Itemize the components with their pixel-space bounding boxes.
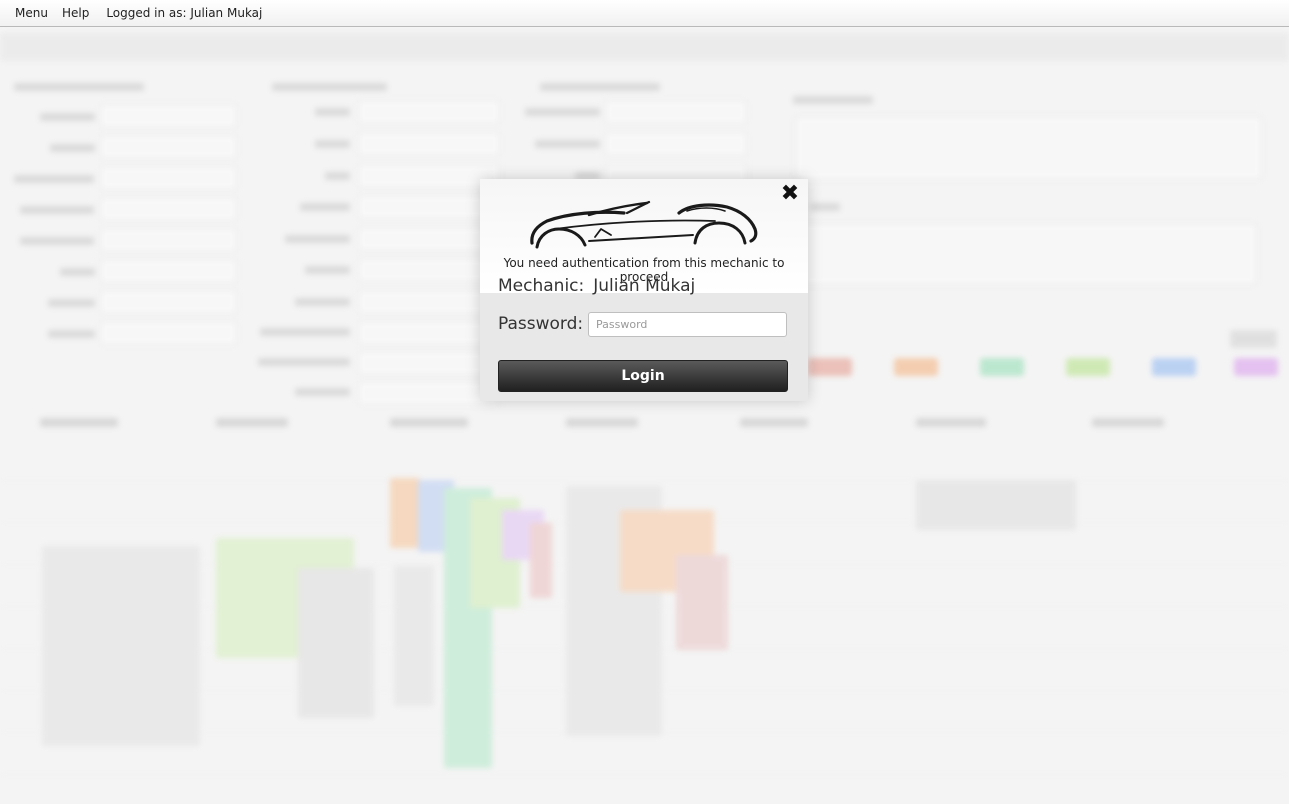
logged-in-user-label: Logged in as: Julian Mukaj bbox=[106, 5, 263, 20]
background-field bbox=[358, 195, 500, 219]
password-input[interactable] bbox=[588, 312, 787, 337]
background-appointment bbox=[916, 480, 1076, 530]
password-label: Password: bbox=[498, 314, 584, 334]
background-label bbox=[315, 108, 350, 116]
background-label bbox=[300, 203, 350, 211]
background-label bbox=[793, 96, 873, 104]
background-day-header bbox=[566, 418, 638, 427]
background-color-chip bbox=[980, 358, 1024, 376]
background-label bbox=[258, 358, 350, 366]
background-field bbox=[358, 164, 500, 188]
background-label bbox=[525, 108, 600, 116]
background-button bbox=[1230, 330, 1277, 348]
car-silhouette-logo bbox=[530, 200, 758, 249]
background-label bbox=[20, 237, 94, 245]
background-label bbox=[315, 140, 350, 148]
background-label bbox=[60, 268, 95, 276]
background-field bbox=[358, 258, 500, 282]
background-day-header bbox=[1092, 418, 1164, 427]
background-field bbox=[358, 227, 500, 251]
background-field bbox=[100, 290, 237, 314]
background-field bbox=[605, 132, 747, 156]
mechanic-label: Mechanic: bbox=[498, 276, 585, 296]
background-grid-line bbox=[0, 774, 1289, 775]
background-label bbox=[14, 175, 94, 183]
background-textarea bbox=[795, 116, 1262, 180]
blurred-background-app bbox=[0, 28, 1289, 804]
background-appointment bbox=[530, 523, 552, 598]
menu-item-menu[interactable]: Menu bbox=[0, 0, 55, 27]
background-field bbox=[605, 100, 747, 124]
login-button[interactable]: Login bbox=[498, 360, 788, 392]
background-field bbox=[358, 132, 500, 156]
menu-item-help[interactable]: Help bbox=[55, 0, 96, 27]
background-day-header bbox=[216, 418, 288, 427]
background-appointment bbox=[298, 568, 374, 718]
background-appointment bbox=[42, 546, 200, 746]
background-label bbox=[48, 330, 95, 338]
background-color-chip bbox=[1066, 358, 1110, 376]
background-grid-line bbox=[0, 480, 1289, 481]
background-label bbox=[285, 235, 350, 243]
background-field bbox=[358, 100, 500, 124]
background-day-header bbox=[740, 418, 808, 427]
mechanic-row: Mechanic: Julian Mukaj bbox=[498, 276, 695, 296]
background-label bbox=[260, 328, 350, 336]
background-field bbox=[358, 351, 500, 375]
background-label bbox=[295, 388, 350, 396]
background-day-header bbox=[390, 418, 468, 427]
mechanic-auth-dialog: ✖ You need authentication from this mech… bbox=[480, 179, 808, 401]
background-textarea bbox=[795, 223, 1257, 285]
background-field bbox=[100, 197, 237, 221]
background-appointment bbox=[676, 555, 728, 650]
background-label bbox=[295, 298, 350, 306]
background-label bbox=[48, 299, 95, 307]
background-color-chip bbox=[1152, 358, 1196, 376]
background-label bbox=[305, 266, 350, 274]
background-color-chip bbox=[894, 358, 938, 376]
background-color-chip bbox=[808, 358, 852, 376]
background-appointment bbox=[394, 566, 434, 706]
close-icon[interactable]: ✖ bbox=[777, 181, 803, 207]
background-toolbar bbox=[0, 33, 1289, 61]
background-field bbox=[358, 290, 500, 314]
background-section-title bbox=[14, 83, 144, 91]
background-color-chip bbox=[1234, 358, 1278, 376]
background-label bbox=[325, 172, 350, 180]
background-label bbox=[810, 203, 840, 211]
mechanic-name: Julian Mukaj bbox=[593, 276, 696, 296]
background-section-title bbox=[540, 83, 660, 91]
background-day-header bbox=[916, 418, 986, 427]
background-label bbox=[535, 140, 600, 148]
background-label bbox=[50, 144, 95, 152]
background-field bbox=[100, 135, 237, 159]
menu-bar: Menu Help Logged in as: Julian Mukaj bbox=[0, 0, 1289, 27]
background-field bbox=[100, 104, 237, 128]
background-field bbox=[358, 321, 500, 345]
background-appointment bbox=[390, 478, 420, 548]
background-label bbox=[40, 113, 95, 121]
background-field bbox=[100, 228, 237, 252]
background-field bbox=[100, 166, 237, 190]
background-day-header bbox=[40, 418, 118, 427]
background-field bbox=[358, 381, 500, 405]
background-field bbox=[100, 321, 237, 345]
background-field bbox=[100, 259, 237, 283]
background-label bbox=[20, 206, 94, 214]
background-section-title bbox=[272, 83, 387, 91]
